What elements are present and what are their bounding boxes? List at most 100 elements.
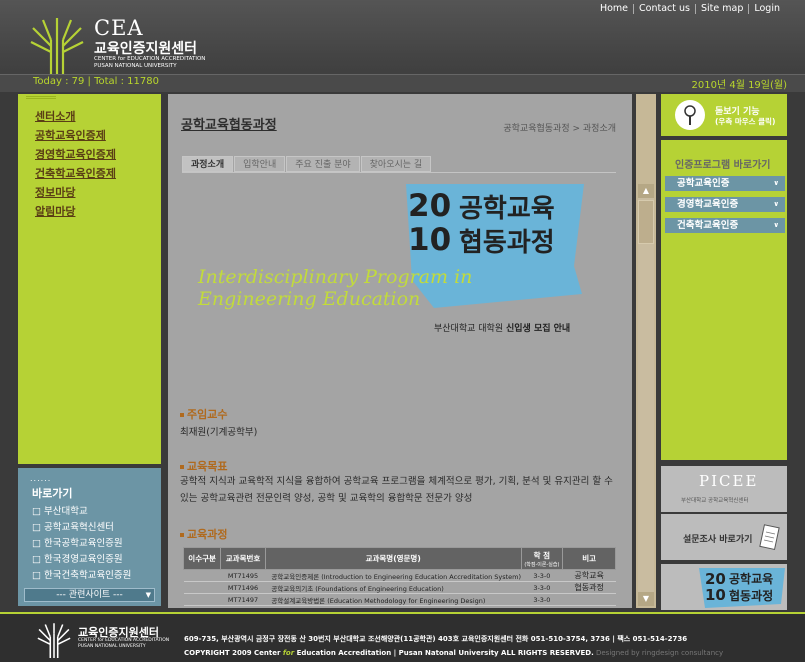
table-header-row: 이수구분 교과목번호 교과목명(영문명) 학 점 (학점-이론-실습) 비고 <box>182 547 616 570</box>
section-title-curriculum: 교육과정 <box>180 526 227 542</box>
section-title-text: 교육목표 <box>187 460 228 473</box>
copyright-part-b: Education Accreditation | Pusan Natonal … <box>294 649 594 657</box>
cell-category <box>183 593 221 606</box>
left-menu: 센터소개 공학교육인증제 경영학교육인증제 건축학교육인증제 정보마당 알림마당 <box>18 94 161 464</box>
banner-year-20: 20 <box>408 188 452 224</box>
shortcut-innovation-center[interactable]: □ 공학교육혁신센터 <box>32 522 131 533</box>
designer-credit: Designed by ringdesign consultancy <box>593 649 724 657</box>
tab-directions[interactable]: 찾아오시는 길 <box>360 156 432 172</box>
copyright-for: for <box>282 649 295 657</box>
th-code: 교과목번호 <box>220 547 266 570</box>
footer: 교육인증지원센터 CENTER for EDUCATION ACCREDITAT… <box>0 612 805 662</box>
tree-logo-icon <box>37 623 71 658</box>
magnifier-widget[interactable]: 돋보기 기능 (우측 마우스 클릭) <box>661 94 787 136</box>
magnifier-icon <box>675 100 705 130</box>
section-title-professor: 주임교수 <box>180 406 227 422</box>
site-logo[interactable]: CEA 교육인증지원센터 CENTER for EDUCATION ACCRED… <box>30 16 230 74</box>
cert-item-architecture[interactable]: 건축학교육인증 ∨ <box>665 218 785 233</box>
banner-sub-bold: 신입생 모집 안내 <box>505 324 571 334</box>
cell-category <box>183 569 221 582</box>
chevron-down-icon: ∨ <box>773 179 779 187</box>
chevron-down-icon: ∨ <box>773 200 779 208</box>
cell-credit: 3-3-0 <box>521 593 563 606</box>
cert-item-business[interactable]: 경영학교육인증 ∨ <box>665 197 785 212</box>
program-promo-banner[interactable]: 20 10 공학교육 협동과정 <box>661 564 787 610</box>
square-bullet-icon <box>180 413 184 417</box>
shortcut-pnu[interactable]: □ 부산대학교 <box>32 506 131 517</box>
table-row: MT71497 공학설계교육방법론 (Education Methodology… <box>183 593 616 606</box>
related-sites-select[interactable]: --- 관련사이트 --- ▼ <box>24 588 155 602</box>
th-course-name: 교과목명(영문명) <box>264 547 522 570</box>
table-row: MT71496 공학교육의기초 (Foundations of Engineer… <box>183 581 616 594</box>
footer-logo-en2: PUSAN NATIONAL UNIVERSITY <box>78 644 146 649</box>
shortcuts-panel: ...... 바로가기 □ 부산대학교 □ 공학교육혁신센터 □ 한국공학교육인… <box>18 468 161 606</box>
main-content: 공학교육협동과정 공학교육협동과정 > 과정소개 과정소개 입학안내 주요 진출… <box>168 94 632 608</box>
topnav-home[interactable]: Home <box>595 4 633 14</box>
picee-title: PICEE <box>699 472 759 490</box>
topnav-login[interactable]: Login <box>748 4 785 14</box>
picee-banner[interactable]: PICEE 부산대학교 공학교육혁신센터 <box>661 466 787 512</box>
shortcut-label: 공학교육혁신센터 <box>44 522 114 533</box>
cert-item-engineering[interactable]: 공학교육인증 ∨ <box>665 176 785 191</box>
cell-note <box>562 593 616 606</box>
shortcut-label: 한국공학교육인증원 <box>44 538 123 549</box>
th-credit-sub: (학점-이론-실습) <box>524 561 560 568</box>
menu-item-notice[interactable]: 알림마당 <box>35 205 161 219</box>
shortcut-label: 한국건축학교육인증원 <box>44 570 132 581</box>
content-scrollbar[interactable]: ▲ ▼ <box>636 94 656 608</box>
shortcuts-dots: ...... <box>30 474 52 483</box>
scroll-down-icon[interactable]: ▼ <box>638 592 654 606</box>
scroll-thumb[interactable] <box>638 200 654 244</box>
tab-course-intro[interactable]: 과정소개 <box>182 156 234 172</box>
shortcut-abeek[interactable]: □ 한국공학교육인증원 <box>32 538 131 549</box>
curriculum-table: 이수구분 교과목번호 교과목명(영문명) 학 점 (학점-이론-실습) 비고 MT… <box>182 547 616 606</box>
menu-item-engineering-cert[interactable]: 공학교육인증제 <box>35 129 161 143</box>
promo-title-line2: 협동과정 <box>729 589 774 603</box>
notepad-icon <box>759 524 780 551</box>
survey-label: 설문조사 바로가기 <box>683 535 753 545</box>
shortcut-business-accreditation[interactable]: □ 한국경영교육인증원 <box>32 554 131 565</box>
shortcut-architecture-accreditation[interactable]: □ 한국건축학교육인증원 <box>32 570 131 581</box>
cell-credit: 3-3-0 <box>521 581 563 594</box>
content-tabs: 과정소개 입학안내 주요 진출 분야 찾아오시는 길 <box>182 156 432 172</box>
banner-subtitle: 부산대학교 대학원 신입생 모집 안내 <box>434 321 570 334</box>
square-bullet-icon <box>180 533 184 537</box>
logo-korean-name: 교육인증지원센터 <box>94 41 198 57</box>
page-root: CEA 교육인증지원센터 CENTER for EDUCATION ACCRED… <box>0 0 805 662</box>
breadcrumb: 공학교육협동과정 > 과정소개 <box>503 124 616 134</box>
section-title-text: 교육과정 <box>187 528 228 541</box>
section-text-professor: 최재원(기계공학부) <box>180 427 258 438</box>
cell-note: 협동과정 <box>562 581 616 594</box>
triangle-down-icon: ▼ <box>145 591 151 599</box>
topnav-contact[interactable]: Contact us <box>633 4 695 14</box>
menu-item-architecture-cert[interactable]: 건축학교육인증제 <box>35 167 161 181</box>
cert-item-label: 건축학교육인증 <box>677 220 739 231</box>
cell-credit: 3-3-0 <box>521 569 563 582</box>
cell-category <box>183 581 221 594</box>
scroll-up-icon[interactable]: ▲ <box>638 184 654 198</box>
banner-title-line1: 공학교육 <box>459 194 555 224</box>
tab-admission[interactable]: 입학안내 <box>234 156 286 172</box>
footer-logo-en1: CENTER for EDUCATION ACCREDITATION <box>78 638 170 643</box>
scroll-track[interactable] <box>638 184 654 598</box>
menu-item-business-cert[interactable]: 경영학교육인증제 <box>35 148 161 162</box>
cert-program-title: 인증프로그램 바로가기 <box>675 160 771 171</box>
menu-item-center-intro[interactable]: 센터소개 <box>35 110 161 124</box>
banner-sub-prefix: 부산대학교 대학원 <box>434 324 506 334</box>
tab-career[interactable]: 주요 진출 분야 <box>286 156 360 172</box>
shortcut-label: 부산대학교 <box>44 506 88 517</box>
promo-title-line1: 공학교육 <box>729 572 774 586</box>
survey-banner[interactable]: 설문조사 바로가기 <box>661 514 787 560</box>
cell-code: MT71496 <box>220 581 266 594</box>
square-bullet-icon <box>180 465 184 469</box>
th-note: 비고 <box>562 547 616 570</box>
menu-item-info[interactable]: 정보마당 <box>35 186 161 200</box>
cert-item-label: 공학교육인증 <box>677 178 730 189</box>
cell-course-name: 공학교육인증제론 (Introduction to Engineering Ed… <box>265 569 522 582</box>
cell-code: MT71497 <box>220 593 266 606</box>
program-banner: 20 10 공학교육 협동과정 Interdisciplinary Progra… <box>182 182 616 342</box>
logo-cea: CEA <box>94 16 144 40</box>
section-title-text: 주임교수 <box>187 408 228 421</box>
th-credit: 학 점 (학점-이론-실습) <box>520 547 564 570</box>
topnav-sitemap[interactable]: Site map <box>694 4 748 14</box>
